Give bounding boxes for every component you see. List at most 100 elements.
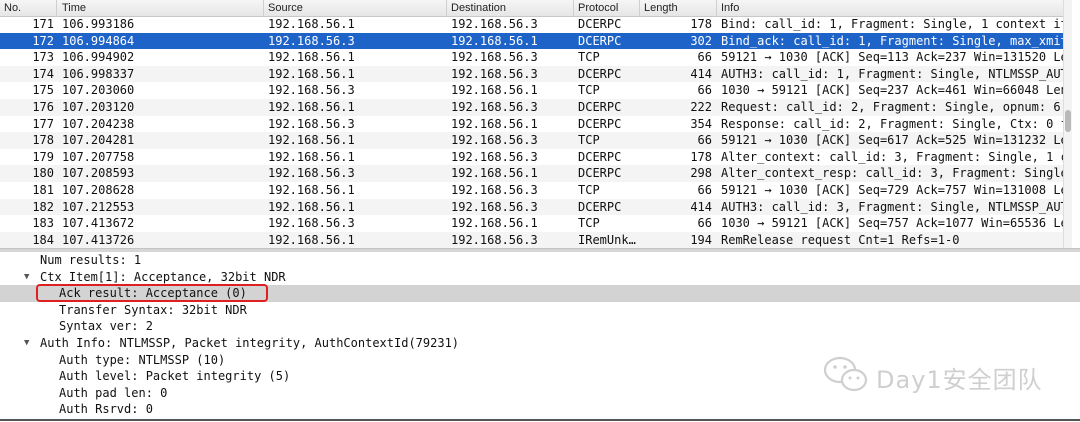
expand-triangle-icon[interactable]: ▼ xyxy=(24,269,29,286)
col-source-header[interactable]: Source xyxy=(268,2,303,14)
packet-time: 106.994902 xyxy=(62,50,135,65)
col-info-header[interactable]: Info xyxy=(721,2,739,14)
packet-time: 107.413672 xyxy=(62,216,135,231)
packet-info: RemRelease request Cnt=1 Refs=1-0 xyxy=(721,232,960,247)
packet-protocol: DCERPC xyxy=(578,33,622,48)
annotation-highlight-box xyxy=(36,284,268,302)
packet-info: 1030 → 59121 [ACK] Seq=757 Ack=1077 Win=… xyxy=(721,216,1072,231)
packet-destination: 192.168.56.3 xyxy=(451,17,538,31)
detail-line[interactable]: Transfer Syntax: 32bit NDR xyxy=(0,302,1080,319)
packet-protocol: DCERPC xyxy=(578,166,622,181)
packet-row[interactable]: 181 107.208628 192.168.56.1 192.168.56.3 TCP… xyxy=(0,182,1072,199)
detail-text: Transfer Syntax: 32bit NDR xyxy=(59,302,247,317)
packet-row[interactable]: 174 106.998337 192.168.56.1 192.168.56.3 DCE… xyxy=(0,65,1072,83)
packet-source: 192.168.56.3 xyxy=(268,83,355,98)
packet-source: 192.168.56.1 xyxy=(268,133,355,148)
packet-length: 302 xyxy=(690,33,712,48)
packet-source: 192.168.56.1 xyxy=(268,182,355,197)
expand-triangle-icon[interactable]: ▼ xyxy=(24,335,29,352)
detail-line[interactable]: Syntax ver: 2 xyxy=(0,318,1080,335)
packet-destination: 192.168.56.3 xyxy=(451,66,538,81)
col-length-header[interactable]: Length xyxy=(644,2,678,14)
packet-length: 298 xyxy=(690,166,712,181)
packet-info: Alter_context_resp: call_id: 3, Fragment… xyxy=(721,166,1072,181)
packet-source: 192.168.56.1 xyxy=(268,232,355,247)
packet-source: 192.168.56.1 xyxy=(268,50,355,65)
packet-row[interactable]: 175 107.203060 192.168.56.3 192.168.56.1 TCP… xyxy=(0,82,1072,99)
packet-protocol: DCERPC xyxy=(578,66,622,81)
packet-protocol: TCP xyxy=(578,216,600,231)
packet-info: AUTH3: call_id: 3, Fragment: Single, NTL… xyxy=(721,199,1072,214)
packet-no: 181 xyxy=(32,182,54,197)
packet-time: 107.208593 xyxy=(62,166,135,181)
packet-destination: 192.168.56.3 xyxy=(451,133,538,148)
packet-no: 174 xyxy=(32,66,54,81)
packet-length: 66 xyxy=(697,50,712,65)
packet-info: 59121 → 1030 [ACK] Seq=617 Ack=525 Win=1… xyxy=(721,133,1072,148)
packet-length: 222 xyxy=(690,99,712,114)
packet-row[interactable]: 177 107.204238 192.168.56.3 192.168.56.1 DCE… xyxy=(0,116,1072,133)
packet-length: 414 xyxy=(690,66,712,81)
detail-line[interactable]: ▼ Auth Info: NTLMSSP, Packet integrity, A… xyxy=(0,335,1080,352)
packet-no: 184 xyxy=(32,232,54,247)
packet-source: 192.168.56.3 xyxy=(268,216,355,231)
packet-protocol: DCERPC xyxy=(578,149,622,164)
col-time-header[interactable]: Time xyxy=(62,2,86,14)
packet-time: 106.994864 xyxy=(62,33,135,48)
detail-line[interactable]: Auth Rsrvd: 0 xyxy=(0,401,1080,418)
status-divider xyxy=(0,419,1080,421)
col-destination-header[interactable]: Destination xyxy=(451,2,506,14)
packet-length: 354 xyxy=(690,116,712,131)
col-no-header[interactable]: No. xyxy=(4,2,21,14)
packet-protocol: DCERPC xyxy=(578,116,622,131)
packet-row[interactable]: 173 106.994902 192.168.56.1 192.168.56.3 TCP… xyxy=(0,49,1072,66)
detail-text: Auth pad len: 0 xyxy=(59,385,168,400)
packet-time: 107.204238 xyxy=(62,116,135,131)
packet-time: 107.203120 xyxy=(62,99,135,114)
scrollbar-thumb[interactable] xyxy=(1065,110,1071,132)
packet-info: Request: call_id: 2, Fragment: Single, o… xyxy=(721,99,1072,114)
packet-destination: 192.168.56.1 xyxy=(451,33,538,48)
packet-time: 107.203060 xyxy=(62,83,135,98)
packet-destination: 192.168.56.3 xyxy=(451,182,538,197)
packet-time: 107.212553 xyxy=(62,199,135,214)
packet-destination: 192.168.56.3 xyxy=(451,232,538,247)
packet-source: 192.168.56.1 xyxy=(268,149,355,164)
packet-time: 107.413726 xyxy=(62,232,135,247)
packet-info: 59121 → 1030 [ACK] Seq=113 Ack=237 Win=1… xyxy=(721,50,1072,65)
packet-row[interactable]: 172 106.994864 192.168.56.3 192.168.56.1 DCE… xyxy=(0,32,1072,50)
packet-protocol: TCP xyxy=(578,182,600,197)
packet-destination: 192.168.56.3 xyxy=(451,149,538,164)
packet-row[interactable]: 184 107.413726 192.168.56.1 192.168.56.3 IRe… xyxy=(0,231,1072,248)
packet-no: 172 xyxy=(32,33,54,48)
packet-row[interactable]: 171 106.993186 192.168.56.1 192.168.56.3 DCE… xyxy=(0,16,1072,33)
packet-time: 107.208628 xyxy=(62,182,135,197)
packet-info: Alter_context: call_id: 3, Fragment: Sin… xyxy=(721,149,1072,164)
detail-text: Auth type: NTLMSSP (10) xyxy=(59,352,226,367)
packet-source: 192.168.56.1 xyxy=(268,17,355,31)
packet-row[interactable]: 180 107.208593 192.168.56.3 192.168.56.1 DCE… xyxy=(0,165,1072,182)
packet-source: 192.168.56.1 xyxy=(268,66,355,81)
detail-line[interactable]: Num results: 1 xyxy=(0,252,1080,269)
packet-row[interactable]: 178 107.204281 192.168.56.1 192.168.56.3 TCP… xyxy=(0,132,1072,149)
packet-row[interactable]: 182 107.212553 192.168.56.1 192.168.56.3 DCE… xyxy=(0,198,1072,216)
packet-row[interactable]: 179 107.207758 192.168.56.1 192.168.56.3 DCE… xyxy=(0,149,1072,166)
packet-rows: 171 106.993186 192.168.56.1 192.168.56.3 DCE… xyxy=(0,16,1072,248)
col-protocol-header[interactable]: Protocol xyxy=(578,2,618,14)
detail-text: Num results: 1 xyxy=(40,253,142,267)
packet-list-scrollbar[interactable] xyxy=(1063,0,1072,248)
packet-no: 177 xyxy=(32,116,54,131)
packet-info: 59121 → 1030 [ACK] Seq=729 Ack=757 Win=1… xyxy=(721,182,1072,197)
packet-row[interactable]: 183 107.413672 192.168.56.3 192.168.56.1 TCP… xyxy=(0,215,1072,232)
packet-length: 66 xyxy=(697,83,712,98)
packet-destination: 192.168.56.3 xyxy=(451,50,538,65)
packet-source: 192.168.56.3 xyxy=(268,166,355,181)
packet-list[interactable]: No. Time Source Destination Protocol Len… xyxy=(0,0,1072,248)
packet-info: AUTH3: call_id: 1, Fragment: Single, NTL… xyxy=(721,66,1072,81)
packet-no: 175 xyxy=(32,83,54,98)
watermark-text: Day1安全团队 xyxy=(876,366,1043,394)
packet-row[interactable]: 176 107.203120 192.168.56.1 192.168.56.3 DCE… xyxy=(0,98,1072,116)
packet-no: 183 xyxy=(32,216,54,231)
watermark: Day1安全团队 xyxy=(822,354,1052,394)
packet-source: 192.168.56.3 xyxy=(268,116,355,131)
